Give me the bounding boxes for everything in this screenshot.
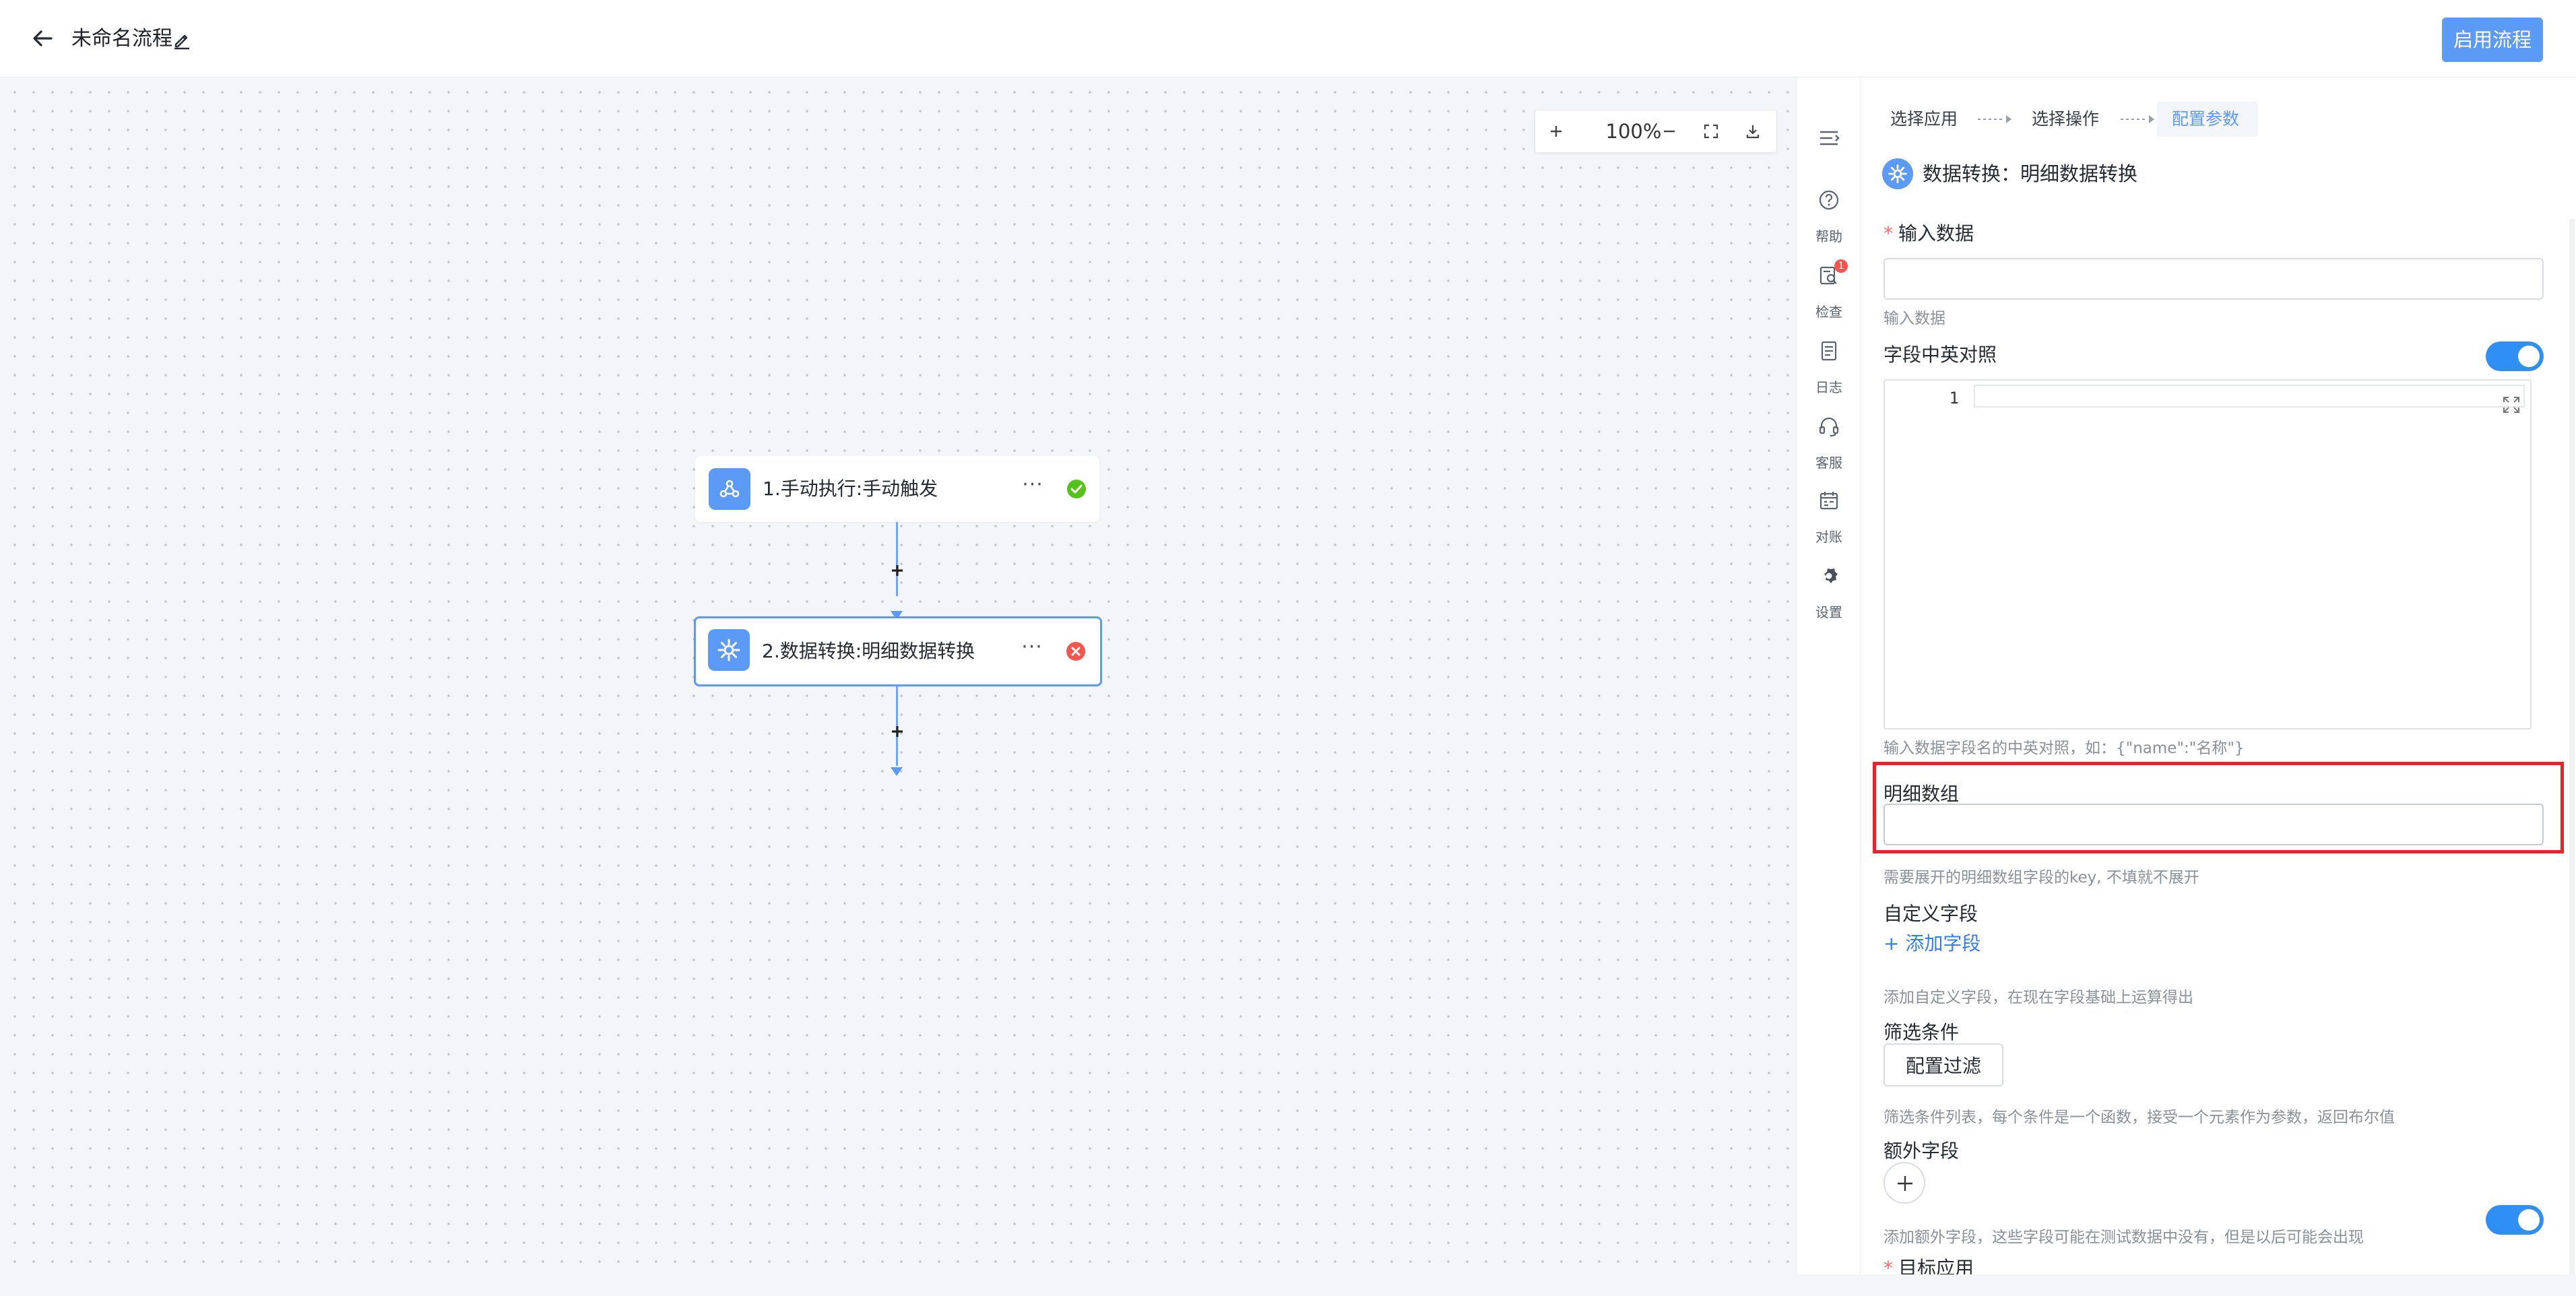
field-mapping-toggle[interactable] bbox=[2486, 342, 2544, 371]
add-node-plus-icon[interactable] bbox=[888, 561, 907, 580]
field-mapping-hint: 输入数据字段名的中英对照，如：{"name":"名称"} bbox=[1883, 740, 2245, 757]
line-number: 1 bbox=[1949, 389, 1959, 408]
required-mark: * bbox=[1883, 222, 1893, 245]
download-icon[interactable] bbox=[1737, 110, 1768, 152]
reconcile-button[interactable]: 对账 bbox=[1797, 484, 1861, 552]
input-data-field[interactable] bbox=[1883, 258, 2544, 300]
help-icon bbox=[1819, 190, 1839, 210]
input-data-label-text: 输入数据 bbox=[1898, 222, 1974, 245]
tool-label: 客服 bbox=[1815, 455, 1842, 471]
flow-node-data-transform[interactable]: 2.数据转换:明细数据转换 ··· bbox=[694, 616, 1102, 686]
required-mark: * bbox=[1883, 1257, 1893, 1274]
add-field-link[interactable]: + 添加字段 bbox=[1883, 930, 1981, 957]
flow-node-manual-trigger[interactable]: 1.手动执行:手动触发 ··· bbox=[695, 456, 1099, 522]
log-button[interactable]: 日志 bbox=[1797, 335, 1861, 402]
error-close-icon bbox=[1065, 641, 1087, 662]
field-mapping-code-editor[interactable]: 1 bbox=[1883, 379, 2532, 730]
tool-label: 设置 bbox=[1815, 604, 1842, 620]
tool-label: 对账 bbox=[1815, 529, 1842, 545]
collapse-panel-button[interactable] bbox=[1797, 122, 1861, 162]
field-mapping-label: 字段中英对照 bbox=[1883, 344, 1997, 366]
config-panel: 选择应用 选择操作 配置参数 数据转换：明细数据转换 * 输入数据 输入数据 字段… bbox=[1861, 77, 2576, 1274]
log-icon bbox=[1821, 341, 1837, 361]
filter-hint: 筛选条件列表，每个条件是一个函数，接受一个元素作为参数，返回布尔值 bbox=[1883, 1109, 2395, 1126]
tool-label: 日志 bbox=[1815, 379, 1842, 395]
zoom-toolbar: 100% bbox=[1535, 110, 1777, 153]
node-label: 2.数据转换:明细数据转换 bbox=[762, 640, 975, 662]
step-config-params[interactable]: 配置参数 bbox=[2172, 104, 2239, 134]
custom-fields-label: 自定义字段 bbox=[1883, 903, 1978, 925]
detail-array-hint: 需要展开的明细数组字段的key, 不填就不展开 bbox=[1883, 869, 2199, 886]
settings-button[interactable]: 设置 bbox=[1797, 560, 1861, 627]
enable-flow-button[interactable]: 启用流程 bbox=[2442, 18, 2543, 62]
active-line bbox=[1974, 385, 2525, 408]
top-header: 未命名流程 启用流程 bbox=[0, 0, 2576, 77]
target-app-label: * 目标应用 bbox=[1883, 1255, 1974, 1274]
node-more-icon[interactable]: ··· bbox=[1015, 637, 1049, 666]
gear-icon bbox=[1824, 566, 1838, 583]
custom-fields-hint: 添加自定义字段，在现在字段基础上运算得出 bbox=[1883, 989, 2193, 1006]
input-data-label: * 输入数据 bbox=[1883, 220, 1974, 247]
target-app-label-text: 目标应用 bbox=[1898, 1257, 1974, 1274]
node-more-icon[interactable]: ··· bbox=[1016, 475, 1050, 503]
panel-scrollbar[interactable] bbox=[2569, 219, 2575, 1274]
connector-line bbox=[896, 522, 898, 596]
step-select-action[interactable]: 选择操作 bbox=[2032, 104, 2099, 134]
add-node-plus-icon[interactable] bbox=[888, 722, 907, 741]
input-data-hint: 输入数据 bbox=[1883, 310, 1945, 327]
filter-label: 筛选条件 bbox=[1883, 1021, 1960, 1043]
node-label: 1.手动执行:手动触发 bbox=[763, 478, 938, 500]
panel-node-title: 数据转换：明细数据转换 bbox=[1923, 162, 2138, 185]
step-arrow-icon bbox=[1978, 115, 2011, 123]
success-check-icon bbox=[1066, 478, 1087, 500]
extra-fields-label: 额外字段 bbox=[1883, 1140, 1960, 1162]
tool-label: 检查 bbox=[1815, 304, 1842, 320]
extra-fields-toggle[interactable] bbox=[2486, 1205, 2544, 1235]
edit-title-icon[interactable] bbox=[172, 30, 192, 50]
check-badge: 1 bbox=[1834, 259, 1848, 273]
flow-canvas[interactable]: 100% 1.手动执行:手动触发 ··· 2.数据转换:明细数据转换 ··· bbox=[0, 77, 1797, 1274]
back-arrow-icon[interactable] bbox=[28, 24, 57, 53]
configure-filter-button[interactable]: 配置过滤 bbox=[1883, 1043, 2003, 1087]
webhook-icon bbox=[709, 468, 750, 510]
gear-transform-icon bbox=[708, 629, 750, 671]
zoom-in-icon[interactable] bbox=[1541, 110, 1572, 152]
side-tool-strip: 帮助 1 检查 日志 客服 对账 设置 bbox=[1797, 77, 1861, 1274]
zoom-out-icon[interactable] bbox=[1654, 110, 1685, 152]
gear-transform-icon bbox=[1882, 158, 1913, 189]
expand-editor-icon[interactable] bbox=[2501, 394, 2522, 416]
detail-array-input[interactable] bbox=[1883, 804, 2544, 845]
step-arrow-icon bbox=[2121, 115, 2154, 123]
check-button[interactable]: 1 检查 bbox=[1797, 259, 1861, 327]
headset-icon bbox=[1819, 417, 1839, 437]
flow-title: 未命名流程 bbox=[71, 27, 172, 51]
connector-arrow bbox=[891, 767, 903, 776]
fit-screen-icon[interactable] bbox=[1696, 110, 1727, 152]
calendar-icon bbox=[1820, 492, 1838, 510]
extra-fields-hint: 添加额外字段，这些字段可能在测试数据中没有，但是以后可能会出现 bbox=[1883, 1229, 2364, 1246]
help-button[interactable]: 帮助 bbox=[1797, 184, 1861, 251]
tool-label: 帮助 bbox=[1815, 228, 1842, 245]
step-select-app[interactable]: 选择应用 bbox=[1890, 104, 1958, 134]
plus-icon bbox=[1898, 1176, 1912, 1191]
service-button[interactable]: 客服 bbox=[1797, 410, 1861, 478]
add-extra-field-button[interactable] bbox=[1883, 1162, 1925, 1204]
